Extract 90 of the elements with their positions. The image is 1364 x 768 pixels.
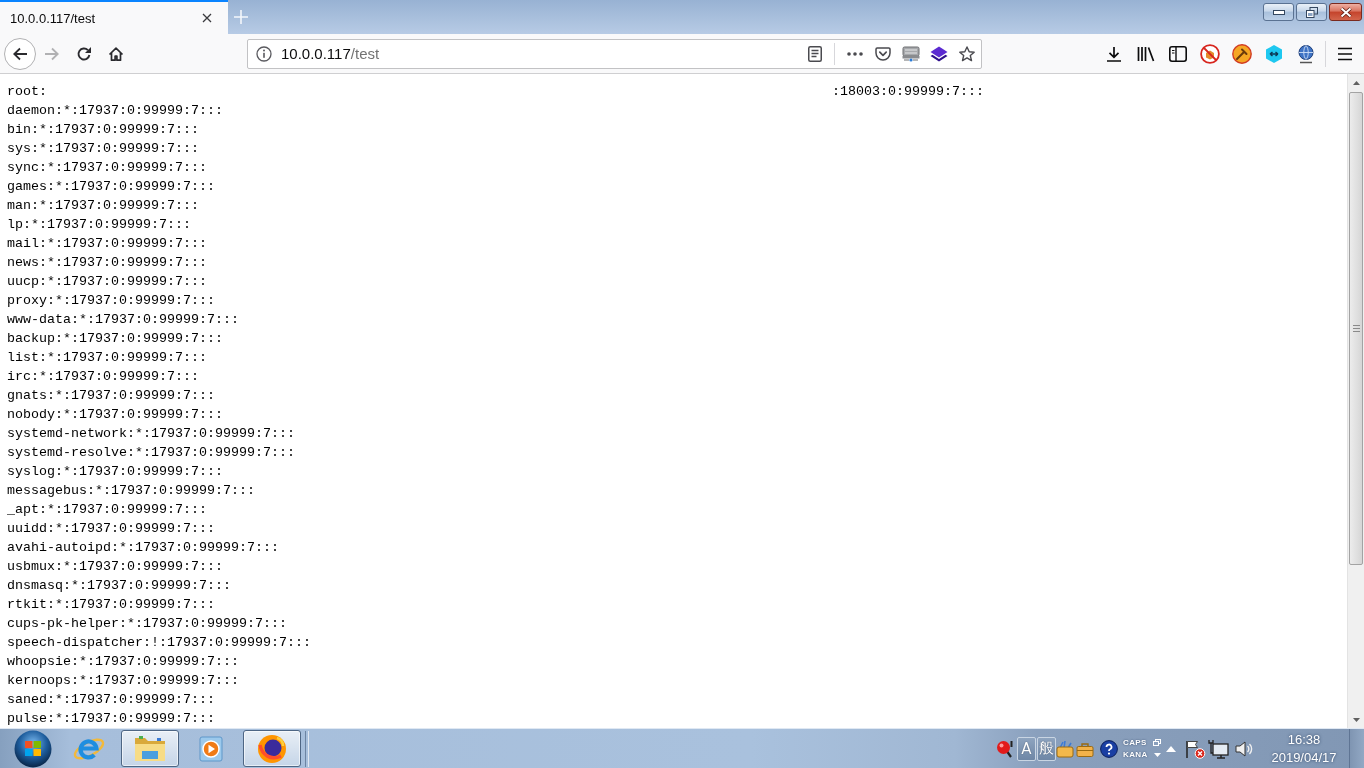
overlapping-squares-icon: [1153, 739, 1161, 746]
more-icon: [847, 51, 863, 56]
caret-up-icon[interactable]: [1352, 80, 1360, 85]
text-line: systemd-network:*:17937:0:99999:7:::: [7, 425, 295, 443]
forward-arrow-icon: [44, 46, 60, 61]
text-line: news:*:17937:0:99999:7:::: [7, 254, 207, 272]
text-line: rtkit:*:17937:0:99999:7:::: [7, 596, 215, 614]
back-arrow-icon: [12, 46, 28, 61]
info-icon: [256, 45, 272, 62]
text-line: mail:*:17937:0:99999:7:::: [7, 235, 207, 253]
browser-tab[interactable]: 10.0.0.117/test: [0, 0, 228, 34]
menu-icon: [1337, 46, 1353, 61]
text-line: dnsmasq:*:17937:0:99999:7:::: [7, 577, 231, 595]
clock-date: 2019/04/17: [1271, 748, 1337, 767]
download-icon: [1106, 45, 1122, 62]
kana-indicator: KANA: [1123, 750, 1148, 759]
taskbar-button[interactable]: [243, 730, 301, 767]
home-icon: [108, 45, 124, 62]
minimize-icon: [1272, 9, 1285, 15]
play-icon: [197, 734, 225, 763]
network-icon[interactable]: [1207, 738, 1229, 759]
text-line: games:*:17937:0:99999:7:::: [7, 178, 215, 196]
server-icon: [902, 45, 920, 62]
restore-icon: [1305, 6, 1318, 18]
text-line: cups-pk-helper:*:17937:0:99999:7:::: [7, 615, 287, 633]
document-icon: [808, 45, 822, 62]
text-line: nobody:*:17937:0:99999:7:::: [7, 406, 223, 424]
speaker-icon[interactable]: [1234, 739, 1254, 758]
restore-button[interactable]: [1296, 3, 1327, 21]
pin-icon[interactable]: [995, 738, 1015, 759]
text-line: list:*:17937:0:99999:7:::: [7, 349, 207, 367]
text-line: www-data:*:17937:0:99999:7:::: [7, 311, 239, 329]
text-line: irc:*:17937:0:99999:7:::: [7, 368, 199, 386]
text-line: uuidd:*:17937:0:99999:7:::: [7, 520, 215, 538]
vertical-scrollbar[interactable]: [1347, 74, 1364, 728]
text-line: lp:*:17937:0:99999:7:::: [7, 216, 191, 234]
caps-indicator: CAPS: [1123, 738, 1147, 747]
text-line: bin:*:17937:0:99999:7:::: [7, 121, 199, 139]
text-line: man:*:17937:0:99999:7:::: [7, 197, 199, 215]
windows-logo-icon: [14, 729, 52, 768]
text-line: saned:*:17937:0:99999:7:::: [7, 691, 215, 709]
text-line: gnats:*:17937:0:99999:7:::: [7, 387, 215, 405]
caret-down-icon[interactable]: [1154, 752, 1161, 757]
text-line: uucp:*:17937:0:99999:7:::: [7, 273, 207, 291]
blocked-icon: [1200, 43, 1220, 64]
text-line: pulse:*:17937:0:99999:7:::: [7, 710, 215, 728]
text-line: backup:*:17937:0:99999:7:::: [7, 330, 223, 348]
close-icon: [1339, 6, 1352, 18]
sidebar-icon: [1169, 45, 1187, 62]
back-button[interactable]: [4, 37, 36, 70]
flag-icon[interactable]: [1184, 738, 1206, 759]
text-line: proxy:*:17937:0:99999:7:::: [7, 292, 215, 310]
url-text[interactable]: 10.0.0.117/test: [281, 45, 380, 62]
hammer-icon: [1232, 43, 1252, 64]
scrollbar-thumb[interactable]: [1349, 92, 1363, 565]
text-line: _apt:*:17937:0:99999:7:::: [7, 501, 207, 519]
close-icon: [202, 13, 212, 23]
text-line: :18003:0:99999:7:::: [832, 83, 984, 101]
star-icon: [959, 45, 975, 62]
clock-time: 16:38: [1287, 730, 1321, 749]
text-line: whoopsie:*:17937:0:99999:7:::: [7, 653, 239, 671]
plus-icon: [234, 10, 248, 24]
help-icon[interactable]: [1100, 739, 1118, 758]
text-line: systemd-resolve:*:17937:0:99999:7:::: [7, 444, 295, 462]
grip-icon: [1352, 325, 1360, 332]
taskbar-button[interactable]: [121, 730, 179, 767]
minimize-button[interactable]: [1263, 3, 1294, 21]
text-line: avahi-autoipd:*:17937:0:99999:7:::: [7, 539, 279, 557]
text-line: sys:*:17937:0:99999:7:::: [7, 140, 199, 158]
text-line: kernoops:*:17937:0:99999:7:::: [7, 672, 239, 690]
text-line: root:: [7, 83, 47, 101]
fox-logo-icon: [257, 733, 287, 764]
pocket-icon: [875, 46, 891, 61]
text-line: syslog:*:17937:0:99999:7:::: [7, 463, 223, 481]
layers-icon: [930, 45, 948, 62]
start-button[interactable]: [14, 729, 52, 768]
folder-icon: [133, 734, 167, 763]
library-icon: [1137, 45, 1155, 62]
text-line: usbmux:*:17937:0:99999:7:::: [7, 558, 223, 576]
close-window-button[interactable]: [1329, 3, 1362, 21]
caret-up-icon: [1166, 745, 1176, 752]
text-line: sync:*:17937:0:99999:7:::: [7, 159, 207, 177]
address-bar[interactable]: 10.0.0.117/test: [247, 38, 982, 69]
reload-icon: [76, 45, 92, 62]
hexagon-icon: [1265, 43, 1283, 64]
text-line: daemon:*:17937:0:99999:7:::: [7, 102, 223, 120]
globe-icon: [1296, 43, 1316, 64]
caret-down-icon[interactable]: [1352, 717, 1360, 722]
text-line: speech-dispatcher:!:17937:0:99999:7:::: [7, 634, 311, 652]
text-line: messagebus:*:17937:0:99999:7:::: [7, 482, 255, 500]
